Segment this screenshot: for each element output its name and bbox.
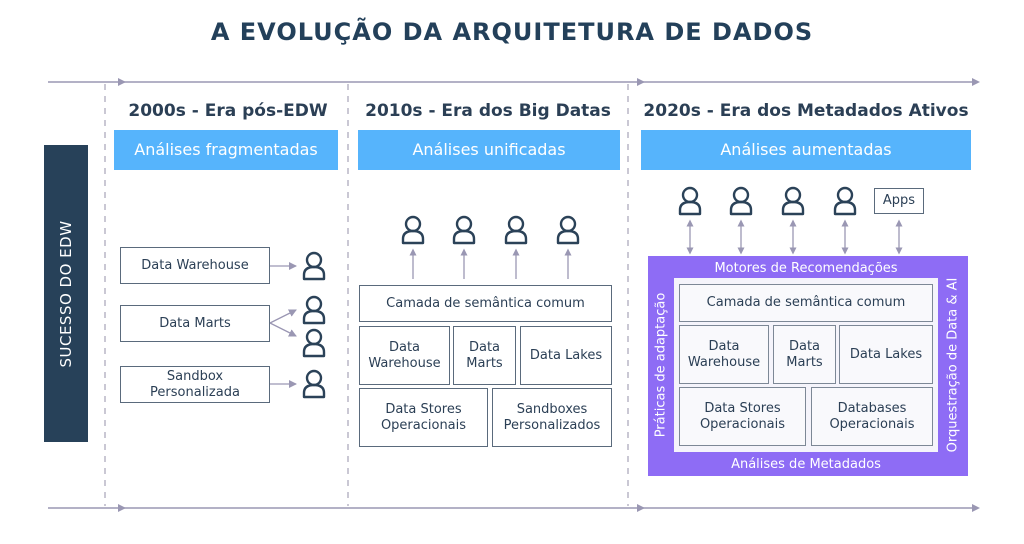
box-operational-data-stores: Data Stores Operacionais bbox=[359, 388, 488, 447]
era-title-2000s: 2000s - Era pós-EDW bbox=[128, 101, 328, 121]
label-adaptive-practices: Práticas de adaptação bbox=[653, 292, 669, 438]
box-operational-data-stores: Data Stores Operacionais bbox=[679, 387, 806, 446]
user-icon bbox=[302, 369, 326, 399]
box-semantic-layer: Camada de semântica comum bbox=[679, 284, 933, 322]
box-personal-sandboxes: Sandboxes Personalizados bbox=[492, 388, 612, 447]
box-data-warehouse: Data Warehouse bbox=[679, 325, 769, 384]
box-data-marts: Data Marts bbox=[120, 305, 270, 342]
label-metadata-analytics: Análises de Metadados bbox=[731, 457, 881, 472]
timeline-top bbox=[48, 78, 980, 86]
user-icon bbox=[401, 215, 425, 245]
box-data-lakes: Data Lakes bbox=[839, 325, 933, 384]
user-icon bbox=[302, 251, 326, 281]
era-title-2010s: 2010s - Era dos Big Datas bbox=[365, 101, 611, 121]
user-icon bbox=[833, 186, 857, 216]
timeline-bottom bbox=[48, 504, 980, 512]
user-icon bbox=[729, 186, 753, 216]
user-icon bbox=[302, 295, 326, 325]
label-recommendation-engines: Motores de Recomendações bbox=[714, 261, 898, 276]
user-icon bbox=[452, 215, 476, 245]
label-data-ai-orchestration: Orquestração de Data & AI bbox=[945, 277, 961, 453]
box-operational-databases: Databases Operacionais bbox=[811, 387, 933, 446]
box-apps: Apps bbox=[874, 188, 924, 214]
era3-arrows bbox=[686, 219, 903, 255]
edw-success-bar: SUCESSO DO EDW bbox=[44, 145, 88, 442]
user-icon bbox=[556, 215, 580, 245]
box-data-marts: Data Marts bbox=[773, 325, 836, 384]
user-icon bbox=[781, 186, 805, 216]
user-icon bbox=[302, 328, 326, 358]
era1-arrows bbox=[269, 262, 297, 388]
user-icon bbox=[504, 215, 528, 245]
user-icon bbox=[678, 186, 702, 216]
box-data-marts: Data Marts bbox=[453, 326, 516, 385]
box-personal-sandbox: Sandbox Personalizada bbox=[120, 366, 270, 403]
banner-fragmented-analytics: Análises fragmentadas bbox=[114, 130, 338, 170]
era2-arrows bbox=[409, 248, 572, 279]
banner-augmented-analytics: Análises aumentadas bbox=[641, 130, 971, 170]
era-title-2020s: 2020s - Era dos Metadados Ativos bbox=[643, 101, 969, 121]
edw-success-label: SUCESSO DO EDW bbox=[57, 219, 75, 368]
box-data-lakes: Data Lakes bbox=[520, 326, 612, 385]
banner-unified-analytics: Análises unificadas bbox=[358, 130, 620, 170]
box-data-warehouse: Data Warehouse bbox=[120, 247, 270, 284]
box-data-warehouse: Data Warehouse bbox=[359, 326, 450, 385]
box-semantic-layer: Camada de semântica comum bbox=[359, 285, 612, 322]
